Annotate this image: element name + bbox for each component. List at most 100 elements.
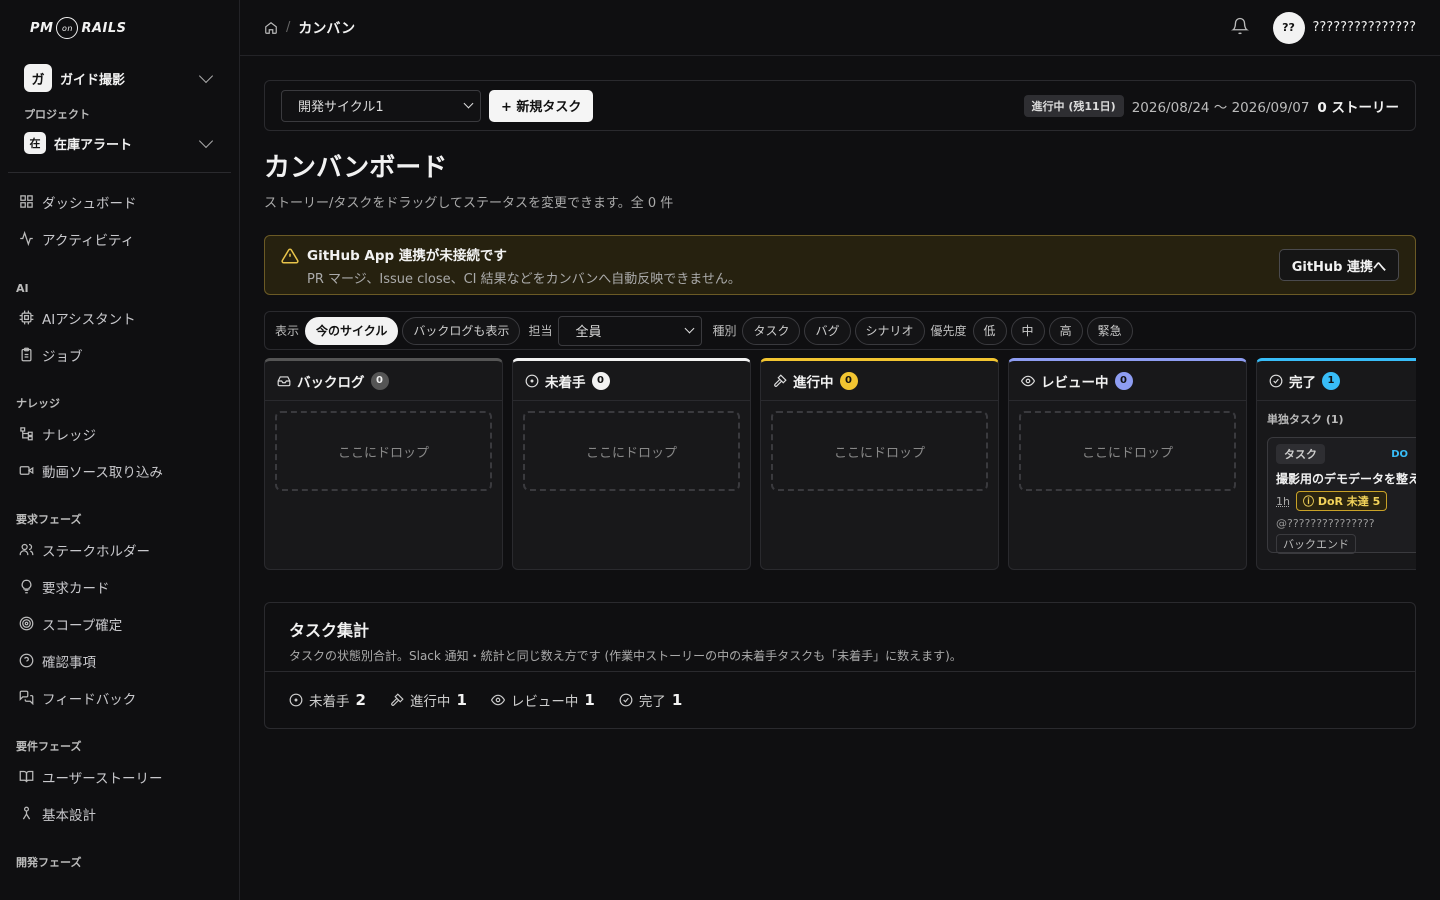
- home-icon[interactable]: [264, 21, 278, 35]
- person-icon: [18, 806, 34, 822]
- column-header: 未着手 0: [513, 361, 750, 401]
- subgroup-label: 単独タスク (1): [1267, 413, 1344, 426]
- user-avatar[interactable]: ??: [1272, 11, 1305, 44]
- sidebar-item-g2-1[interactable]: 要求カード: [0, 568, 239, 605]
- column-title: 進行中: [793, 374, 834, 391]
- task-label: バックエンド: [1276, 534, 1356, 554]
- chevron-down-icon: [198, 68, 214, 84]
- chevron-down-icon: [198, 133, 214, 149]
- column-title: バックログ: [297, 374, 365, 391]
- user-name[interactable]: ???????????????: [1313, 20, 1417, 35]
- filter-priority-high[interactable]: 高: [1048, 316, 1083, 345]
- drop-zone[interactable]: ここにドロップ: [275, 411, 492, 491]
- sidebar-item-g3-0[interactable]: ユーザーストーリー: [0, 758, 239, 795]
- type-filter-label: 種別: [712, 324, 737, 338]
- task-title: 撮影用のデモデータを整え: [1276, 472, 1416, 486]
- workspace-avatar: ガ: [24, 64, 52, 92]
- filter-current-cycle[interactable]: 今のサイクル: [305, 316, 399, 345]
- column-count-badge: 0: [1114, 371, 1133, 390]
- kanban-column: バックログ 0 ここにドロップ: [264, 358, 503, 570]
- circle-dot-icon: [289, 693, 303, 707]
- drop-zone[interactable]: ここにドロップ: [1019, 411, 1236, 491]
- sidebar-item-label: ユーザーストーリー: [42, 770, 163, 787]
- column-header: 進行中 0: [761, 361, 998, 401]
- workspace-selector[interactable]: ガ ガイド撮影: [0, 56, 239, 100]
- sidebar-item-g2-4[interactable]: フィードバック: [0, 679, 239, 716]
- new-task-button[interactable]: + 新規タスク: [489, 89, 594, 122]
- column-count-badge: 0: [839, 371, 858, 390]
- sidebar-item-label: 動画ソース取り込み: [42, 464, 163, 481]
- task-card[interactable]: タスク DO 撮影用のデモデータを整え 1h ⓘ DoR 未達 5 @??????????…: [1267, 437, 1416, 554]
- github-connect-button[interactable]: GitHub 連携へ: [1278, 249, 1399, 281]
- sidebar-item-g2-3[interactable]: 確認事項: [0, 642, 239, 679]
- sidebar-item-label: 基本設計: [42, 807, 96, 824]
- sidebar-item-g1-0[interactable]: ナレッジ: [0, 415, 239, 452]
- summary-description: タスクの状態別合計。Slack 通知・統計と同じ数え方です (作業中ストーリーの…: [289, 649, 962, 663]
- sidebar-group-label: AI: [16, 282, 29, 295]
- drop-zone[interactable]: ここにドロップ: [771, 411, 988, 491]
- kanban-column: 未着手 0 ここにドロップ: [512, 358, 751, 570]
- workspace-name: ガイド撮影: [60, 72, 126, 88]
- filter-priority-low[interactable]: 低: [972, 316, 1007, 345]
- stat-label: レビュー中: [510, 694, 579, 710]
- filter-show-backlog[interactable]: バックログも表示: [402, 316, 521, 345]
- sidebar-item-label: ステークホルダー: [42, 543, 150, 560]
- filter-bar: 表示 今のサイクル バックログも表示 担当 全員 種別 タスク バグ シナリオ …: [264, 311, 1416, 350]
- kanban-column: 進行中 0 ここにドロップ: [760, 358, 999, 570]
- story-count: 0 ストーリー: [1317, 99, 1399, 116]
- task-summary: タスク集計 タスクの状態別合計。Slack 通知・統計と同じ数え方です (作業中…: [264, 602, 1416, 729]
- sidebar-group-label: ナレッジ: [16, 397, 60, 410]
- logo-text-right: RAILS: [81, 20, 127, 36]
- summary-stat: レビュー中 1: [490, 690, 595, 710]
- summary-title: タスク集計: [289, 621, 370, 640]
- column-title: 未着手: [545, 374, 586, 391]
- eye-icon: [1021, 374, 1035, 388]
- filter-priority-medium[interactable]: 中: [1010, 316, 1045, 345]
- question-icon: [18, 653, 34, 669]
- sidebar-item-top-0[interactable]: ダッシュボード: [0, 183, 239, 220]
- column-count-badge: 0: [370, 371, 389, 390]
- filter-type-scenario[interactable]: シナリオ: [854, 316, 925, 345]
- stat-label: 進行中: [409, 694, 451, 710]
- filter-type-task[interactable]: タスク: [742, 316, 801, 345]
- column-title: 完了: [1289, 374, 1316, 391]
- stat-value: 1: [671, 691, 683, 709]
- cycle-select-value: 開発サイクル1: [298, 100, 384, 115]
- stat-value: 1: [456, 691, 467, 709]
- target-icon: [18, 616, 34, 632]
- users-icon: [18, 542, 34, 558]
- warning-icon: [281, 247, 299, 269]
- alert-title: GitHub App 連携が未接続です: [307, 247, 507, 264]
- book-icon: [18, 769, 34, 785]
- page-title: カンバンボード: [264, 153, 448, 183]
- cycle-select[interactable]: 開発サイクル1: [281, 89, 481, 122]
- filter-priority-urgent[interactable]: 緊急: [1086, 316, 1133, 345]
- bell-icon[interactable]: [1230, 17, 1249, 39]
- sidebar-item-g2-0[interactable]: ステークホルダー: [0, 531, 239, 568]
- hammer-icon: [390, 693, 404, 707]
- assignee-select[interactable]: 全員: [558, 315, 703, 346]
- hammer-icon: [773, 373, 787, 388]
- video-icon: [18, 463, 34, 479]
- circle-dot-icon: [525, 374, 539, 388]
- column-title: レビュー中: [1041, 374, 1109, 391]
- tree-icon: [18, 426, 34, 442]
- sidebar-item-g0-1[interactable]: ジョブ: [0, 336, 239, 373]
- sidebar-item-label: フィードバック: [42, 691, 137, 708]
- drop-zone[interactable]: ここにドロップ: [523, 411, 740, 491]
- summary-stat: 進行中 1: [390, 690, 467, 710]
- grid-icon: [18, 194, 34, 210]
- stat-label: 完了: [638, 694, 666, 710]
- sidebar-item-g1-1[interactable]: 動画ソース取り込み: [0, 452, 239, 489]
- column-header: 完了 1: [1257, 361, 1416, 401]
- sidebar-item-g3-1[interactable]: 基本設計: [0, 795, 239, 832]
- sidebar-item-g0-0[interactable]: AIアシスタント: [0, 299, 239, 336]
- summary-stat: 未着手 2: [289, 690, 366, 710]
- project-selector[interactable]: 在 在庫アラート: [0, 128, 239, 158]
- sidebar-item-g2-2[interactable]: スコープ確定: [0, 605, 239, 642]
- sidebar-item-label: 確認事項: [42, 654, 96, 671]
- sidebar: PM on RAILS ガ ガイド撮影 プロジェクト 在 在庫アラート ダッシュ…: [0, 0, 240, 900]
- app-logo[interactable]: PM on RAILS: [0, 0, 239, 56]
- sidebar-item-top-1[interactable]: アクティビティ: [0, 220, 239, 257]
- filter-type-bug[interactable]: バグ: [804, 316, 851, 345]
